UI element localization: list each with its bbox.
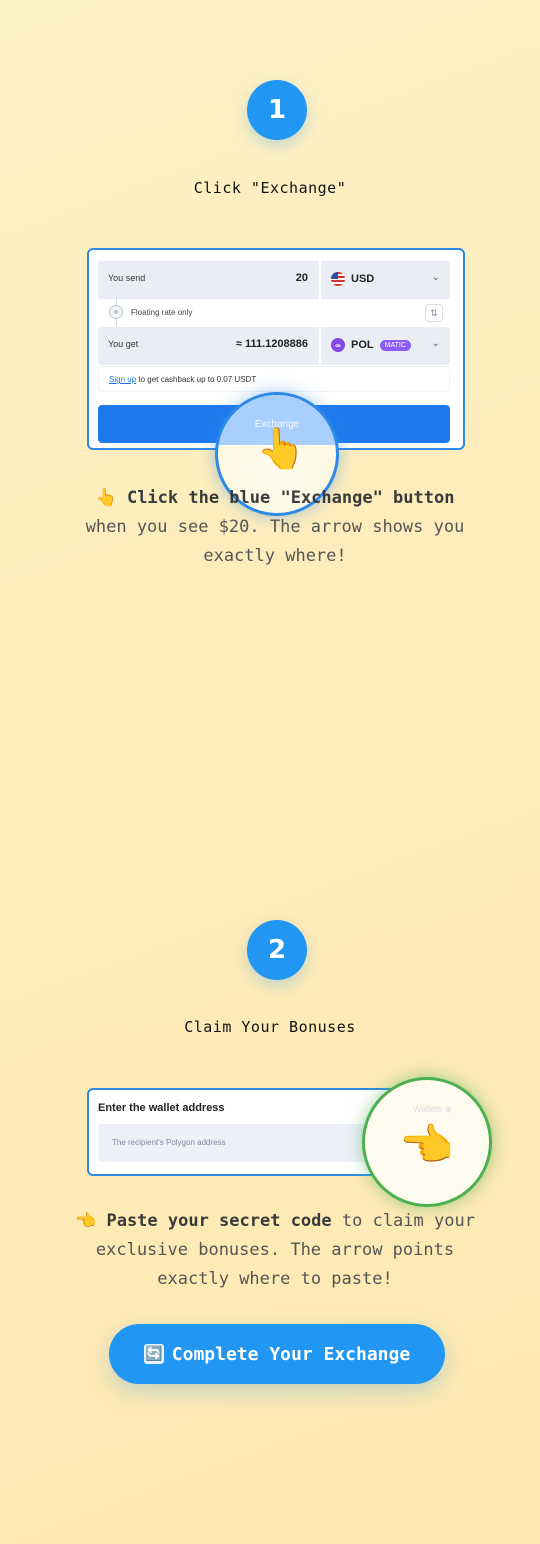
caption-bold: Click the blue "Exchange" button xyxy=(126,488,455,508)
step-2-title: Claim Your Bonuses xyxy=(184,1018,356,1036)
signup-text: to get cashback up to 0.07 USDT xyxy=(136,375,257,384)
network-badge: MATIC xyxy=(379,339,411,351)
refresh-icon: 🔄 xyxy=(143,1344,164,1364)
send-amount: 20 xyxy=(295,272,308,284)
send-label: You send xyxy=(108,273,146,283)
polygon-icon: ∞ xyxy=(331,338,345,352)
pointing-up-hand-icon: 👆 xyxy=(256,426,306,472)
get-currency-select: ∞ POL MATIC xyxy=(331,338,411,352)
get-row: You get ≈ 111.1208886 ∞ POL MATIC ⌄ xyxy=(98,327,450,365)
step-1-caption: 👆 Click the blue "Exchange" button when … xyxy=(70,484,480,571)
row-divider xyxy=(319,327,321,365)
lock-icon xyxy=(109,305,123,319)
complete-exchange-label: Complete Your Exchange xyxy=(171,1343,411,1365)
get-currency: POL xyxy=(351,339,374,351)
us-flag-icon xyxy=(331,272,345,286)
floating-rate-label: Floating rate only xyxy=(131,307,193,317)
send-row: You send 20 USD ⌄ xyxy=(98,261,450,299)
swap-icon: ⇅ xyxy=(425,304,443,322)
step-2-badge: 2 xyxy=(247,920,307,980)
step-1-badge: 1 xyxy=(247,80,307,140)
complete-exchange-button[interactable]: 🔄 Complete Your Exchange xyxy=(109,1324,445,1384)
caption-text: when you see $20. The arrow shows you ex… xyxy=(85,517,465,566)
floating-rate-row: Floating rate only xyxy=(109,305,192,319)
send-currency-select: USD xyxy=(331,272,374,286)
chevron-down-icon: ⌄ xyxy=(431,272,440,283)
caption-bold: Paste your secret code xyxy=(106,1211,332,1231)
row-divider xyxy=(319,261,321,299)
step-2-caption: 👈 Paste your secret code to claim your e… xyxy=(70,1207,480,1294)
pointing-left-hand-icon: 👈 xyxy=(399,1120,454,1171)
step-1-title: Click "Exchange" xyxy=(193,179,347,197)
pointing-left-emoji-icon: 👈 xyxy=(75,1211,97,1231)
magnifier-highlight-wallet: Wallets ⊕ 👈 xyxy=(362,1077,492,1207)
get-amount: ≈ 111.1208886 xyxy=(235,338,308,350)
get-label: You get xyxy=(108,339,139,349)
signup-banner: Sign up to get cashback up to 0.07 USDT xyxy=(98,366,450,392)
pointing-up-emoji-icon: 👆 xyxy=(95,488,117,508)
magnified-wallets-link: Wallets ⊕ xyxy=(413,1104,453,1114)
chevron-down-icon: ⌄ xyxy=(431,338,440,349)
wallet-title: Enter the wallet address xyxy=(98,1102,225,1114)
signup-link: Sign up xyxy=(109,375,137,384)
send-currency: USD xyxy=(351,273,375,285)
